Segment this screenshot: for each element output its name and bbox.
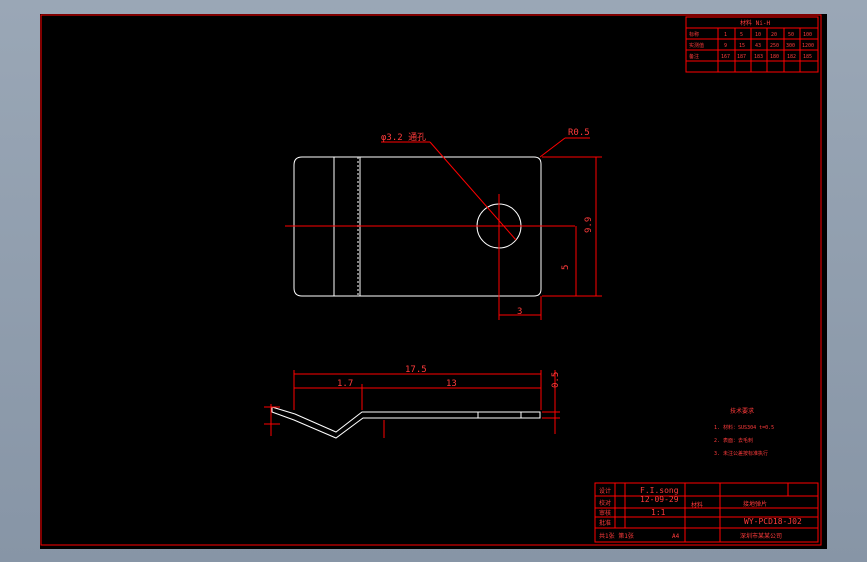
spec-cell: 183 — [754, 54, 763, 60]
spec-table-title: 材料 Ni-H — [740, 19, 770, 27]
spec-cell: 标称 — [689, 31, 699, 38]
spec-cell: 1200 — [802, 43, 814, 49]
side-view: 17.5 1.7 13 0.5 — [264, 365, 561, 439]
spec-cell: 185 — [803, 54, 812, 60]
spec-cell: 1 — [724, 32, 727, 38]
drawing-scale: 1:1 — [651, 508, 666, 517]
spec-cell: 182 — [787, 54, 796, 60]
height-label: 9.9 — [584, 217, 594, 233]
flat-length-label: 13 — [446, 379, 457, 389]
thickness-label: 0.5 — [551, 372, 561, 388]
spec-cell: 43 — [755, 43, 761, 49]
sheet-count: 共1张 第1张 — [599, 532, 634, 540]
total-length-label: 17.5 — [405, 365, 427, 375]
title-row-label: 校对 — [599, 499, 611, 507]
title-row-label: 设计 — [599, 487, 611, 495]
corner-radius-label: R0.5 — [568, 128, 590, 138]
radius-leader — [539, 137, 566, 158]
spec-cell: 15 — [739, 43, 745, 49]
drawing-sheet: 材料 Ni-H 标称 1 5 10 20 50 100 实测值 9 15 43 … — [40, 14, 827, 549]
spec-cell: 300 — [786, 43, 795, 49]
drawing-date: 12-09-29 — [640, 495, 679, 504]
note-item: 2. 表面：去毛刺 — [714, 437, 753, 444]
spec-cell: 180 — [770, 54, 779, 60]
spec-cell: 备注 — [689, 53, 699, 60]
material-label: 材料 — [691, 501, 703, 509]
spec-cell: 实测值 — [689, 42, 704, 49]
drawing-number: WY-PCD18-J02 — [744, 517, 802, 526]
technical-notes: 技术要求 1. 材料：SUS304 t=0.5 2. 表面：去毛刺 3. 未注公… — [714, 407, 774, 457]
spec-cell: 9 — [724, 43, 727, 49]
part-name: 接地弹片 — [743, 500, 767, 508]
hole-y-label: 5 — [561, 265, 571, 270]
title-row-label: 审核 — [599, 509, 611, 517]
title-row-label: 批准 — [599, 519, 611, 527]
title-block: 设计 校对 审核 批准 F.I.song 12-09-29 1:1 材料 接地弹… — [594, 482, 819, 543]
note-item: 3. 未注公差按标准执行 — [714, 450, 768, 457]
spec-cell: 5 — [740, 32, 743, 38]
spec-cell: 100 — [803, 32, 812, 38]
spec-cell: 50 — [788, 32, 794, 38]
notes-title: 技术要求 — [730, 407, 754, 415]
company-name: 深圳市某某公司 — [740, 532, 782, 540]
spec-table: 材料 Ni-H 标称 1 5 10 20 50 100 实测值 9 15 43 … — [685, 16, 819, 73]
hole-x-label: 3 — [517, 307, 522, 317]
spec-cell: 20 — [771, 32, 777, 38]
inner-frame — [40, 14, 822, 546]
spec-cell: 167 — [721, 54, 730, 60]
hole-diameter-label: φ3.2 通孔 — [381, 132, 426, 143]
designer-name: F.I.song — [640, 486, 679, 495]
spec-cell: 187 — [737, 54, 746, 60]
spec-cell: 10 — [755, 32, 761, 38]
side-profile — [271, 406, 541, 439]
spec-cell: 250 — [770, 43, 779, 49]
cad-drawing: 材料 Ni-H 标称 1 5 10 20 50 100 实测值 9 15 43 … — [40, 14, 822, 546]
note-item: 1. 材料：SUS304 t=0.5 — [714, 424, 774, 431]
bend-length-label: 1.7 — [337, 379, 353, 389]
top-view: φ3.2 通孔 R0.5 9.9 5 3 — [285, 128, 602, 320]
paper-size: A4 — [672, 533, 680, 540]
